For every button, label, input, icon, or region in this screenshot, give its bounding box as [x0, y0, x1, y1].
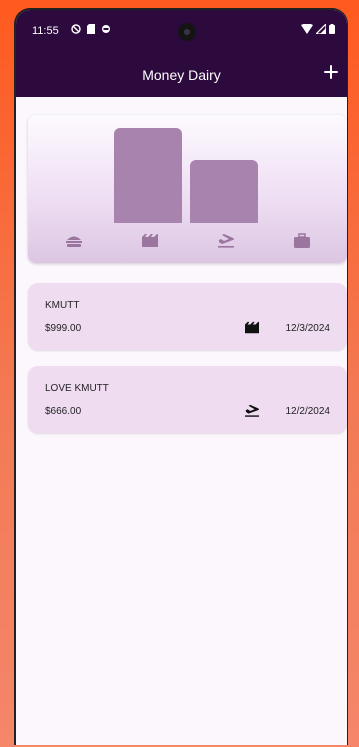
no-disturb-icon — [71, 24, 81, 34]
chart-bar-area — [28, 115, 347, 223]
status-bar: 11:55 — [16, 10, 347, 50]
status-left-icons — [71, 24, 111, 34]
app-screen: 11:55 Money Dairy KMUTT $999.00 12/3/202… — [16, 10, 347, 745]
transaction-amount: $999.00 — [45, 323, 82, 334]
flight-icon — [218, 234, 234, 248]
battery-icon — [329, 24, 335, 34]
sim-card-icon — [87, 24, 95, 34]
flight-icon — [245, 404, 259, 417]
app-bar: Money Dairy — [16, 50, 347, 97]
transaction-name: LOVE KMUTT — [45, 383, 109, 394]
transaction-amount: $666.00 — [45, 406, 82, 417]
camera-cutout — [178, 23, 196, 41]
transaction-date: 12/2/2024 — [285, 406, 331, 417]
movie-icon — [142, 234, 158, 247]
movie-icon — [245, 321, 259, 334]
status-time: 11:55 — [32, 25, 59, 37]
plus-icon — [324, 65, 338, 79]
transaction-card[interactable]: LOVE KMUTT $666.00 12/2/2024 — [28, 366, 347, 433]
status-right-icons — [301, 24, 335, 34]
wifi-icon — [301, 24, 313, 34]
bar-entertainment — [114, 128, 182, 223]
burger-icon — [66, 236, 82, 247]
phone-frame: 11:55 Money Dairy KMUTT $999.00 12/3/202… — [14, 8, 348, 745]
signal-icon — [316, 24, 326, 34]
transaction-name: KMUTT — [45, 300, 80, 311]
transaction-card[interactable]: KMUTT $999.00 12/3/2024 — [28, 283, 347, 350]
sync-icon — [102, 25, 110, 33]
bar-travel — [190, 160, 258, 223]
app-title: Money Dairy — [142, 67, 221, 83]
briefcase-icon — [294, 233, 310, 248]
add-button[interactable] — [319, 60, 343, 84]
transaction-date: 12/3/2024 — [285, 323, 331, 334]
expense-chart — [28, 115, 347, 263]
